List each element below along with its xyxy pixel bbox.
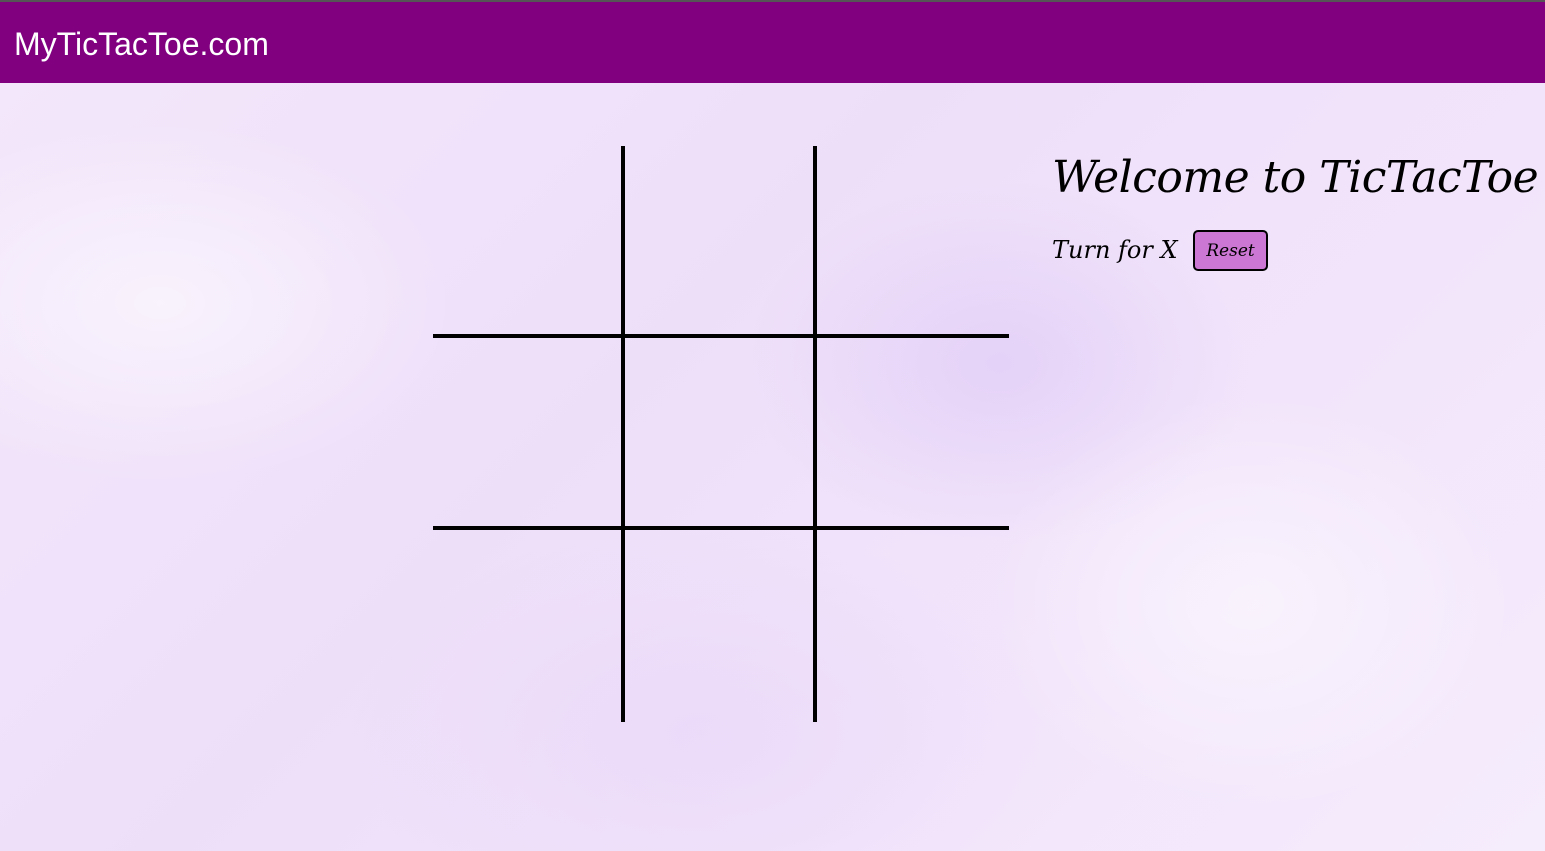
turn-indicator: Turn for X xyxy=(1052,236,1178,264)
turn-row: Turn for X Reset xyxy=(1052,230,1522,271)
board-cell-1[interactable] xyxy=(433,146,625,338)
board-cell-6[interactable] xyxy=(817,338,1009,530)
board-cell-2[interactable] xyxy=(625,146,817,338)
info-panel: Welcome to TicTacToe Turn for X Reset xyxy=(1052,140,1539,271)
welcome-title: Welcome to TicTacToe xyxy=(1052,152,1539,203)
board-cell-4[interactable] xyxy=(433,338,625,530)
tictactoe-board xyxy=(433,146,1009,722)
brand-title[interactable]: MyTicTacToe.com xyxy=(14,24,269,64)
board-cell-3[interactable] xyxy=(817,146,1009,338)
reset-button[interactable]: Reset xyxy=(1193,230,1268,271)
board-cell-8[interactable] xyxy=(625,530,817,722)
board-cell-9[interactable] xyxy=(817,530,1009,722)
navbar: MyTicTacToe.com xyxy=(0,2,1545,83)
board-cell-7[interactable] xyxy=(433,530,625,722)
board-cell-5[interactable] xyxy=(625,338,817,530)
